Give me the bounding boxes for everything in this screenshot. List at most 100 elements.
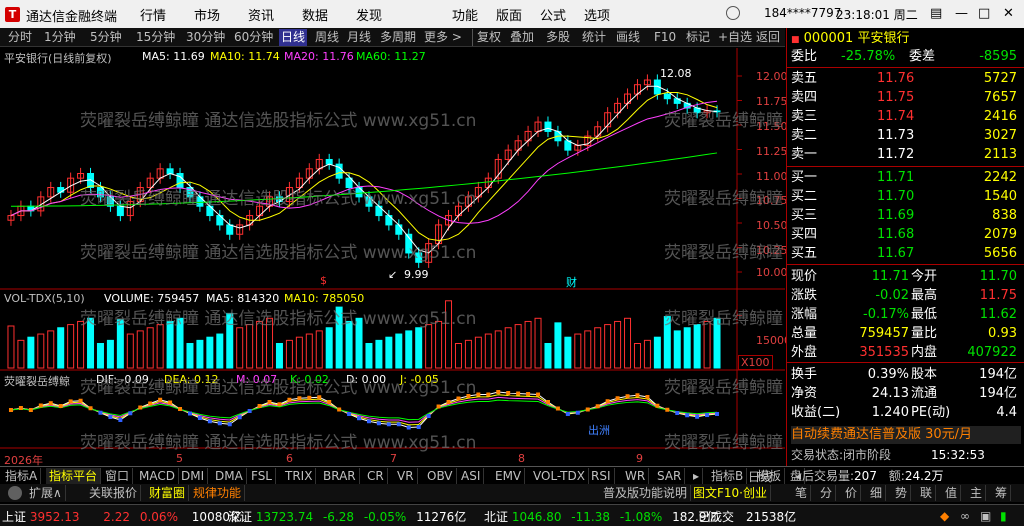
menu-zixun[interactable]: 资讯 (248, 5, 274, 24)
indicator-tab[interactable]: DMA (212, 468, 247, 484)
tab-monthly[interactable]: 月线 (347, 29, 371, 46)
bid-row[interactable]: 买一 11.71 2242 (791, 169, 1021, 187)
menu-faxian[interactable]: 发现 (356, 5, 382, 24)
ask-row[interactable]: 卖四 11.75 7657 (791, 89, 1021, 107)
settings-icon[interactable]: ▤ (930, 6, 942, 21)
tab-multiperiod[interactable]: 多周期 (380, 29, 416, 46)
expand-icon[interactable] (8, 486, 22, 500)
chart-area[interactable]: 平安银行(日线前复权) MA5: 11.69 MA10: 11.74 MA20:… (0, 48, 1024, 467)
btn-duogu[interactable]: 多股 (546, 29, 570, 46)
quote-tab[interactable]: 势 (892, 485, 912, 501)
quote-tab[interactable]: 笔 (792, 485, 812, 501)
period-label[interactable]: 日线 (748, 468, 772, 485)
menu-hangqing[interactable]: 行情 (140, 5, 166, 24)
ad-banner[interactable]: 自动续费通达信普及版 30元/月 (791, 426, 1021, 444)
bid-row[interactable]: 买五 11.67 5656 (791, 245, 1021, 263)
indicator-tab[interactable]: VOL-TDX (530, 468, 589, 484)
tab-5min[interactable]: 5分钟 (90, 29, 122, 46)
signal-icon[interactable]: ▮ (1000, 509, 1007, 523)
menu-shichang[interactable]: 市场 (194, 5, 220, 24)
stock-header[interactable]: ■ 000001 平安银行 (791, 30, 1021, 48)
index-shenzhen[interactable]: 深证 13723.74 -6.28 -0.05% 11276亿 (228, 508, 466, 525)
btn-add-watchlist[interactable]: +自选 (718, 29, 752, 46)
btn-back[interactable]: 返回 (756, 29, 780, 46)
indicator-tab[interactable]: RSI (588, 468, 615, 484)
btn-f10[interactable]: F10 (654, 29, 676, 46)
btn-expand[interactable]: 扩展∧ (26, 485, 66, 501)
indicator-dot (18, 406, 23, 410)
ask-price: 11.76 (877, 71, 915, 86)
quote-tab[interactable]: 值 (942, 485, 962, 501)
indicator-tab[interactable]: MACD (136, 468, 179, 484)
indicator-tab[interactable]: BRAR (320, 468, 360, 484)
quote-tab[interactable]: 价 (842, 485, 862, 501)
chat-icon[interactable]: ▣ (980, 509, 991, 523)
menu-gongshi[interactable]: 公式 (540, 5, 566, 24)
indicator-tab[interactable]: DMI (178, 468, 209, 484)
candle-body (166, 168, 174, 175)
stat-value: 759457 (859, 326, 909, 341)
btn-wealth-circle[interactable]: 财富圈 (146, 485, 190, 501)
tab-60min[interactable]: 60分钟 (234, 29, 273, 46)
tab-30min[interactable]: 30分钟 (186, 29, 225, 46)
quote-tab[interactable]: 联 (917, 485, 937, 501)
notification-icon[interactable]: ◆ (940, 509, 949, 523)
quote-tab[interactable]: 细 (867, 485, 887, 501)
tab-1min[interactable]: 1分钟 (44, 29, 76, 46)
btn-biaoji[interactable]: 标记 (686, 29, 710, 46)
bid-row[interactable]: 买三 11.69 838 (791, 207, 1021, 225)
menu-banmian[interactable]: 版面 (496, 5, 522, 24)
indicator-tab[interactable]: 指标B (708, 468, 748, 484)
tab-15min[interactable]: 15分钟 (136, 29, 175, 46)
btn-related-quote[interactable]: 关联报价 (86, 485, 142, 501)
btn-huaxian[interactable]: 画线 (616, 29, 640, 46)
btn-fuquan[interactable]: 复权 (472, 29, 501, 46)
ask-row[interactable]: 卖五 11.76 5727 (791, 70, 1021, 88)
user-avatar-icon[interactable] (726, 6, 740, 20)
indicator-tab[interactable]: TRIX (282, 468, 317, 484)
stat-row: 涨幅 -0.17% 最低 11.62 (791, 307, 1017, 322)
index-beijing[interactable]: 北证 1046.80 -11.38 -1.08% 182.9亿 (484, 508, 718, 525)
menu-shuju[interactable]: 数据 (302, 5, 328, 24)
menu-xuanxiang[interactable]: 选项 (584, 5, 610, 24)
menu-gongneng[interactable]: 功能 (452, 5, 478, 24)
indicator-tab[interactable]: SAR (654, 468, 686, 484)
minimize-icon[interactable]: — (955, 6, 968, 21)
indicator-tab[interactable]: CR (364, 468, 388, 484)
index-shanghai[interactable]: 上证 3952.13 2.22 0.06% 10080亿 (2, 508, 242, 525)
indicator-tab[interactable]: VR (394, 468, 418, 484)
bid-row[interactable]: 买二 11.70 1540 (791, 188, 1021, 206)
close-icon[interactable]: ✕ (1003, 6, 1014, 21)
quote-tab[interactable]: 主 (967, 485, 987, 501)
link-icon[interactable]: ∞ (960, 509, 970, 523)
indicator-tab[interactable]: 窗口 (102, 468, 134, 484)
btn-help[interactable]: 普及版功能说明 (600, 485, 692, 501)
indicator-tab[interactable]: EMV (492, 468, 526, 484)
indicator-tab[interactable]: 指标A (2, 468, 42, 484)
btn-rule-function[interactable]: 规律功能 (190, 485, 246, 501)
tab-daily[interactable]: 日线 (279, 29, 308, 46)
btn-f10-graph[interactable]: 图文F10·创业 (690, 485, 771, 501)
user-account[interactable]: 184****7797 (764, 6, 841, 20)
ask-row[interactable]: 卖二 11.73 3027 (791, 127, 1021, 145)
tab-more[interactable]: 更多 > (424, 29, 462, 46)
indicator-tab[interactable]: OBV (424, 468, 457, 484)
bid-row[interactable]: 买四 11.68 2079 (791, 226, 1021, 244)
indicator-tab[interactable]: ASI (458, 468, 485, 484)
quote-tab[interactable]: 筹 (992, 485, 1012, 501)
volume-bar (484, 333, 492, 369)
maximize-icon[interactable]: □ (978, 6, 990, 21)
indicator-dot (217, 421, 222, 426)
indicator-dot (247, 409, 252, 413)
indicator-tab[interactable]: FSL (248, 468, 276, 484)
ask-row[interactable]: 卖三 11.74 2416 (791, 108, 1021, 126)
indicator-tab[interactable]: ▸ (690, 468, 704, 484)
btn-diejia[interactable]: 叠加 (510, 29, 534, 46)
btn-tongji[interactable]: 统计 (582, 29, 606, 46)
quote-tab[interactable]: 分 (817, 485, 837, 501)
ask-row[interactable]: 卖一 11.72 2113 (791, 146, 1021, 164)
indicator-tab[interactable]: WR (622, 468, 650, 484)
tab-weekly[interactable]: 周线 (315, 29, 339, 46)
indicator-tab[interactable]: 指标平台 (46, 468, 102, 484)
tab-fenshi[interactable]: 分时 (8, 29, 32, 46)
